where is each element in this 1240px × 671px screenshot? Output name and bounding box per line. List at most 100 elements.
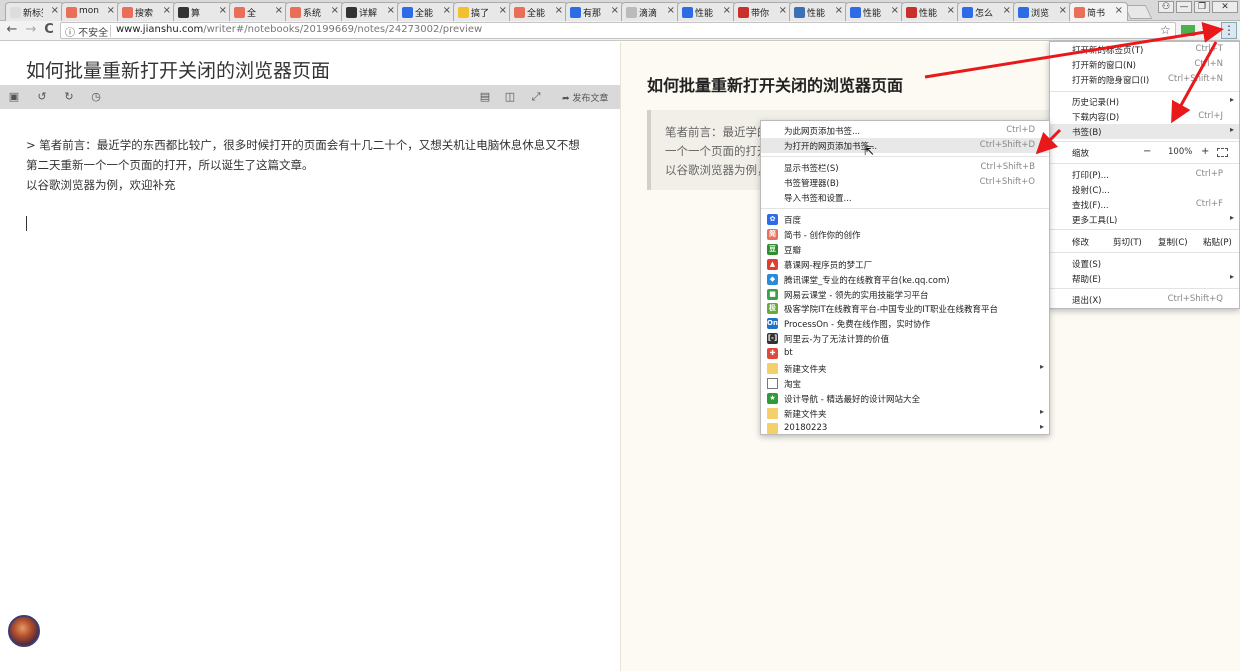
tab-3[interactable]: 搜索 ×	[117, 2, 176, 21]
history-icon[interactable]: ◷	[88, 89, 104, 105]
editor-body[interactable]: > 笔者前言：最近学的东西都比较广，很多时候打开的页面会有十几二十个，又想关机让…	[26, 135, 596, 195]
security-indicator[interactable]: ⓘ 不安全	[65, 24, 108, 39]
fullscreen-icon[interactable]	[1217, 148, 1228, 157]
menu-cast[interactable]: 投射(C)...	[1050, 182, 1239, 197]
paste-button[interactable]: 粘贴(P)	[1203, 236, 1232, 248]
zoom-out-button[interactable]: −	[1143, 146, 1151, 157]
menu-help[interactable]: 帮助(E) ▸	[1050, 271, 1239, 286]
bookmark-item[interactable]: ■ 网易云课堂 - 领先的实用技能学习平台	[761, 287, 1049, 302]
extension-icon[interactable]	[1181, 25, 1195, 36]
tab-close-icon[interactable]: ×	[667, 5, 675, 16]
bookmark-item[interactable]: ★ 设计导航 - 精选最好的设计网站大全	[761, 391, 1049, 406]
menu-bookmarks[interactable]: 书签(B) ▸	[1050, 124, 1239, 139]
bookmark-item[interactable]: ▲ 慕课网-程序员的梦工厂	[761, 257, 1049, 272]
restore-button[interactable]: ❐	[1194, 1, 1210, 13]
tab-close-icon[interactable]: ×	[723, 5, 731, 16]
save-icon[interactable]: ▤	[477, 89, 493, 105]
tab-close-icon[interactable]: ×	[891, 5, 899, 16]
bookmark-manager[interactable]: 书签管理器(B) Ctrl+Shift+O	[761, 175, 1049, 190]
menu-new-tab[interactable]: 打开新的标签页(T) Ctrl+T	[1050, 42, 1239, 57]
bookmark-item[interactable]: 极极客学院IT在线教育平台-中国专业的IT职业在线教育平台	[761, 301, 1049, 316]
menu-exit[interactable]: 退出(X) Ctrl+Shift+Q	[1050, 292, 1239, 307]
tab-close-icon[interactable]: ×	[1003, 5, 1011, 16]
bookmark-item[interactable]: On ProcessOn - 免费在线作图，实时协作	[761, 316, 1049, 331]
tab-19[interactable]: 浏览 ×	[1013, 2, 1072, 21]
tab-close-icon[interactable]: ×	[947, 5, 955, 16]
forward-button[interactable]: →	[24, 23, 38, 37]
redo-icon[interactable]: ↻	[61, 89, 77, 105]
tab-close-icon[interactable]: ×	[387, 5, 395, 16]
minimize-button[interactable]: —	[1176, 1, 1192, 13]
tab-close-icon[interactable]: ×	[443, 5, 451, 16]
tab-close-icon[interactable]: ×	[1115, 5, 1123, 16]
url-text[interactable]: www.jianshu.com/writer#/notebooks/201996…	[116, 24, 482, 35]
tab-10[interactable]: 全能 ×	[509, 2, 568, 21]
user-profile-icon[interactable]: ⚇	[1158, 1, 1174, 13]
tab-4[interactable]: 算 ×	[173, 2, 232, 21]
menu-new-incognito-window[interactable]: 打开新的隐身窗口(I) Ctrl+Shift+N	[1050, 72, 1239, 87]
back-button[interactable]: ←	[5, 23, 19, 37]
bookmark-open-pages[interactable]: 为打开的网页添加书签... Ctrl+Shift+D	[761, 138, 1049, 153]
tab-16[interactable]: 性能 ×	[845, 2, 904, 21]
tab-14[interactable]: 带你 ×	[733, 2, 792, 21]
bookmark-this-page[interactable]: 为此网页添加书签... Ctrl+D	[761, 123, 1049, 138]
tab-6[interactable]: 系统 ×	[285, 2, 344, 21]
split-view-icon[interactable]: ◫	[502, 89, 518, 105]
tab-2[interactable]: mon ×	[61, 2, 120, 21]
bookmark-item[interactable]: 新建文件夹 ▸	[761, 361, 1049, 376]
tab-20[interactable]: 简书 ×	[1069, 2, 1128, 21]
tab-close-icon[interactable]: ×	[163, 5, 171, 16]
tab-close-icon[interactable]: ×	[107, 5, 115, 16]
note-title-input[interactable]: 如何批量重新打开关闭的浏览器页面	[26, 56, 330, 83]
tab-close-icon[interactable]: ×	[275, 5, 283, 16]
close-window-button[interactable]: ✕	[1212, 1, 1238, 13]
address-bar[interactable]: ⓘ 不安全 www.jianshu.com/writer#/notebooks/…	[60, 22, 1176, 39]
bookmark-item[interactable]: 新建文件夹 ▸	[761, 406, 1049, 421]
menu-more-tools[interactable]: 更多工具(L) ▸	[1050, 212, 1239, 227]
menu-settings[interactable]: 设置(S)	[1050, 256, 1239, 271]
import-bookmarks[interactable]: 导入书签和设置...	[761, 190, 1049, 205]
tab-close-icon[interactable]: ×	[499, 5, 507, 16]
tab-15[interactable]: 性能 ×	[789, 2, 848, 21]
tab-close-icon[interactable]: ×	[555, 5, 563, 16]
tab-close-icon[interactable]: ×	[779, 5, 787, 16]
menu-find[interactable]: 查找(F)... Ctrl+F	[1050, 197, 1239, 212]
tab-18[interactable]: 怎么 ×	[957, 2, 1016, 21]
fullscreen-icon[interactable]: ⤢	[528, 89, 544, 105]
tab-17[interactable]: 性能 ×	[901, 2, 960, 21]
bookmark-item[interactable]: ✿ 百度	[761, 212, 1049, 227]
tab-close-icon[interactable]: ×	[835, 5, 843, 16]
chrome-menu-button[interactable]: ⋮	[1221, 22, 1237, 39]
tab-11[interactable]: 有那 ×	[565, 2, 624, 21]
tab-5[interactable]: 全 ×	[229, 2, 288, 21]
tab-9[interactable]: 搞了 ×	[453, 2, 512, 21]
menu-new-window[interactable]: 打开新的窗口(N) Ctrl+N	[1050, 57, 1239, 72]
bookmark-item[interactable]: 淘宝	[761, 376, 1049, 391]
reload-button[interactable]: C	[42, 23, 56, 37]
tab-7[interactable]: 详解 ×	[341, 2, 400, 21]
bookmark-item[interactable]: 简简书 - 创作你的创作	[761, 227, 1049, 242]
undo-icon[interactable]: ↺	[34, 89, 50, 105]
menu-history[interactable]: 历史记录(H) ▸	[1050, 94, 1239, 109]
user-avatar[interactable]	[8, 615, 40, 647]
tab-8[interactable]: 全能 ×	[397, 2, 456, 21]
tab-1[interactable]: 新标签页 ×	[5, 2, 64, 21]
bookmark-item[interactable]: ✚ bt	[761, 346, 1049, 361]
bookmark-item[interactable]: ◆ 腾讯课堂_专业的在线教育平台(ke.qq.com)	[761, 272, 1049, 287]
cut-button[interactable]: 剪切(T)	[1113, 236, 1142, 248]
zoom-in-button[interactable]: +	[1201, 146, 1209, 157]
bookmark-item[interactable]: [-] 阿里云-为了无法计算的价值	[761, 331, 1049, 346]
tab-close-icon[interactable]: ×	[1059, 5, 1067, 16]
menu-print[interactable]: 打印(P)... Ctrl+P	[1050, 167, 1239, 182]
bookmark-star-icon[interactable]: ☆	[1160, 23, 1171, 37]
bookmark-item[interactable]: 豆豆瓣	[761, 242, 1049, 257]
tab-close-icon[interactable]: ×	[611, 5, 619, 16]
tab-close-icon[interactable]: ×	[219, 5, 227, 16]
tab-12[interactable]: 滴滴 ×	[621, 2, 680, 21]
tab-13[interactable]: 性能 ×	[677, 2, 736, 21]
tab-close-icon[interactable]: ×	[51, 5, 59, 16]
image-icon[interactable]: ▣	[6, 89, 22, 105]
publish-button[interactable]: ➦ 发布文章	[562, 91, 608, 104]
menu-downloads[interactable]: 下载内容(D) Ctrl+J	[1050, 109, 1239, 124]
copy-button[interactable]: 复制(C)	[1158, 236, 1188, 248]
